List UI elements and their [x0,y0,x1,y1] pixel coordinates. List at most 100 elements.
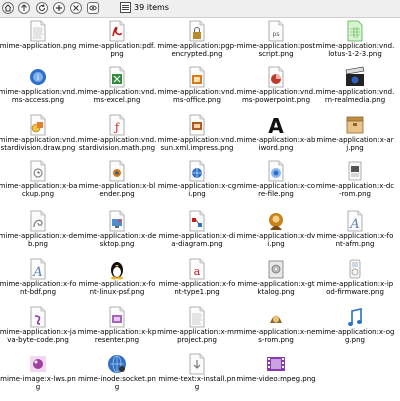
file-item[interactable]: mime-application:vnd.ms-office.png [157,66,237,114]
socket-icon [106,353,128,375]
file-label: mime-application:x-gtktalog.png [237,280,315,296]
file-label: mime-application:x-dc-rom.png [315,182,395,198]
toolbar: 39 items [0,0,400,18]
gtktalog-icon [265,258,287,280]
file-label: mime-application:x-dvi.png [236,232,316,248]
file-label: mime-application:x-dia-diagram.png [158,232,236,248]
film-icon [265,353,287,375]
file-label: mime-application:x-abiword.png [236,136,316,152]
file-item[interactable]: mime-application:x-gtktalog.png [236,258,316,306]
file-item[interactable]: mime-application:vnd.lotus-1-2-3.png [315,20,395,68]
pgp-icon [186,20,208,42]
file-label: mime-application:pdf.png [78,42,156,58]
file-label: mime-image:x-lws.png [0,375,76,391]
svg-text:A: A [32,265,42,280]
file-label: mime-application:x-kpresenter.png [77,328,157,344]
backup-icon [27,160,49,182]
file-item[interactable]: mime-application:vnd.ms-powerpoint.png [236,66,316,114]
file-label: mime-application:vnd.ms-access.png [0,88,78,104]
nes-icon [265,306,287,328]
new-icon[interactable] [53,2,65,14]
fontType1-icon: a [186,258,208,280]
file-item[interactable]: mime-application:x-backup.png [0,160,78,208]
file-item[interactable]: mime-application:x-dc-rom.png [315,160,395,208]
file-item[interactable]: mime-video:mpeg.png [236,353,316,401]
desktop-icon [106,210,128,232]
ogg-icon [344,306,366,328]
svg-text:A: A [349,217,359,232]
draw-icon [27,114,49,136]
file-item[interactable]: a mime-application:x-font-type1.png [157,258,237,306]
letterA-icon: A [265,114,287,136]
file-label: mime-application:x-arj.png [316,136,394,152]
file-item[interactable]: mime-application:vnd.stardivision.draw.p… [0,114,78,162]
file-item[interactable]: Amime-application:x-abiword.png [236,114,316,162]
impress-icon [186,114,208,136]
ps-icon: ps [265,20,287,42]
eye-icon[interactable] [87,2,99,14]
delete-icon[interactable] [70,2,82,14]
svg-text:a: a [194,265,201,278]
file-label: mime-application:x-java-byte-code.png [0,328,77,344]
file-item[interactable]: mime-application:x-ogg.png [315,306,395,354]
file-item[interactable]: mime-application:x-core-file.png [236,160,316,208]
core-icon [265,160,287,182]
file-label: mime-application.png [0,42,77,50]
file-item[interactable]: mime-inode:socket.png [77,353,157,401]
file-item[interactable]: mime-application:x-nes-rom.png [236,306,316,354]
file-item[interactable]: mime-application:x-font-linux-psf.png [77,258,157,306]
file-item[interactable]: ps mime-application:postscript.png [236,20,316,68]
file-item[interactable]: mime-application:x-dvi.png [236,210,316,258]
file-item[interactable]: mime-application:x-deb.png [0,210,78,258]
file-label: mime-application:x-ipod-firmware.png [316,280,394,296]
up-icon[interactable] [18,2,30,14]
clapper-icon [344,66,366,88]
access-icon: i [27,66,49,88]
file-label: mime-application:x-font-linux-psf.png [78,280,156,296]
file-item[interactable]: ƒ mime-application:vnd.stardivision.math.… [77,114,157,162]
svg-text:ps: ps [273,31,280,38]
file-item[interactable]: mime-application:pgp-encrypted.png [157,20,237,68]
ppt-icon [265,66,287,88]
file-label: mime-application:pgp-encrypted.png [157,42,237,58]
grid-view-icon[interactable] [120,2,131,13]
file-item[interactable]: mime-application:pdf.png [77,20,157,68]
file-label: mime-application:vnd.ms-office.png [157,88,237,104]
file-item[interactable]: Amime-application:x-font-afm.png [315,210,395,258]
svg-text:A: A [268,114,284,136]
excel-icon [106,66,128,88]
file-item[interactable]: mime-application:x-blender.png [77,160,157,208]
file-item[interactable]: mime-application:vnd.rn-realmedia.png [315,66,395,114]
file-label: mime-application:vnd.rn-realmedia.png [315,88,395,104]
file-item[interactable]: mime-application:x-ipod-firmware.png [315,258,395,306]
file-item[interactable]: mime-application:x-kpresenter.png [77,306,157,354]
file-item[interactable]: mime-text:x-install.png [157,353,237,401]
cgi-icon [186,160,208,182]
dia-icon [186,210,208,232]
file-item[interactable]: mime-application:x-cgi.png [157,160,237,208]
file-item[interactable]: mime-image:x-lws.png [0,353,78,401]
home-icon[interactable] [2,2,14,14]
file-label: mime-application:x-deb.png [0,232,78,248]
math-icon: ƒ [106,114,128,136]
file-item[interactable]: Amime-application:x-font-bdf.png [0,258,78,306]
file-label: mime-application:x-font-bdf.png [0,280,77,296]
file-item[interactable]: i mime-application:vnd.ms-access.png [0,66,78,114]
file-item[interactable]: mime-application.png [0,20,78,68]
reload-icon[interactable] [36,2,48,14]
file-item[interactable]: mime-application:x-desktop.png [77,210,157,258]
ipod-icon [344,258,366,280]
doc-icon [27,20,49,42]
file-label: mime-application:x-core-file.png [236,182,316,198]
file-item[interactable]: mime-application:x-java-byte-code.png [0,306,78,354]
file-item[interactable]: mime-application:x-mrproject.png [157,306,237,354]
file-item[interactable]: mime-application:vnd.sun.xml.impress.png [157,114,237,162]
tux-icon [106,258,128,280]
blender-icon [106,160,128,182]
doc-icon [186,306,208,328]
file-item[interactable]: mime-application:x-dia-diagram.png [157,210,237,258]
file-label: mime-application:postscript.png [236,42,316,58]
file-item[interactable]: mime-application:vnd.ms-excel.png [77,66,157,114]
file-item[interactable]: mime-application:x-arj.png [315,114,395,162]
pdf-icon [106,20,128,42]
